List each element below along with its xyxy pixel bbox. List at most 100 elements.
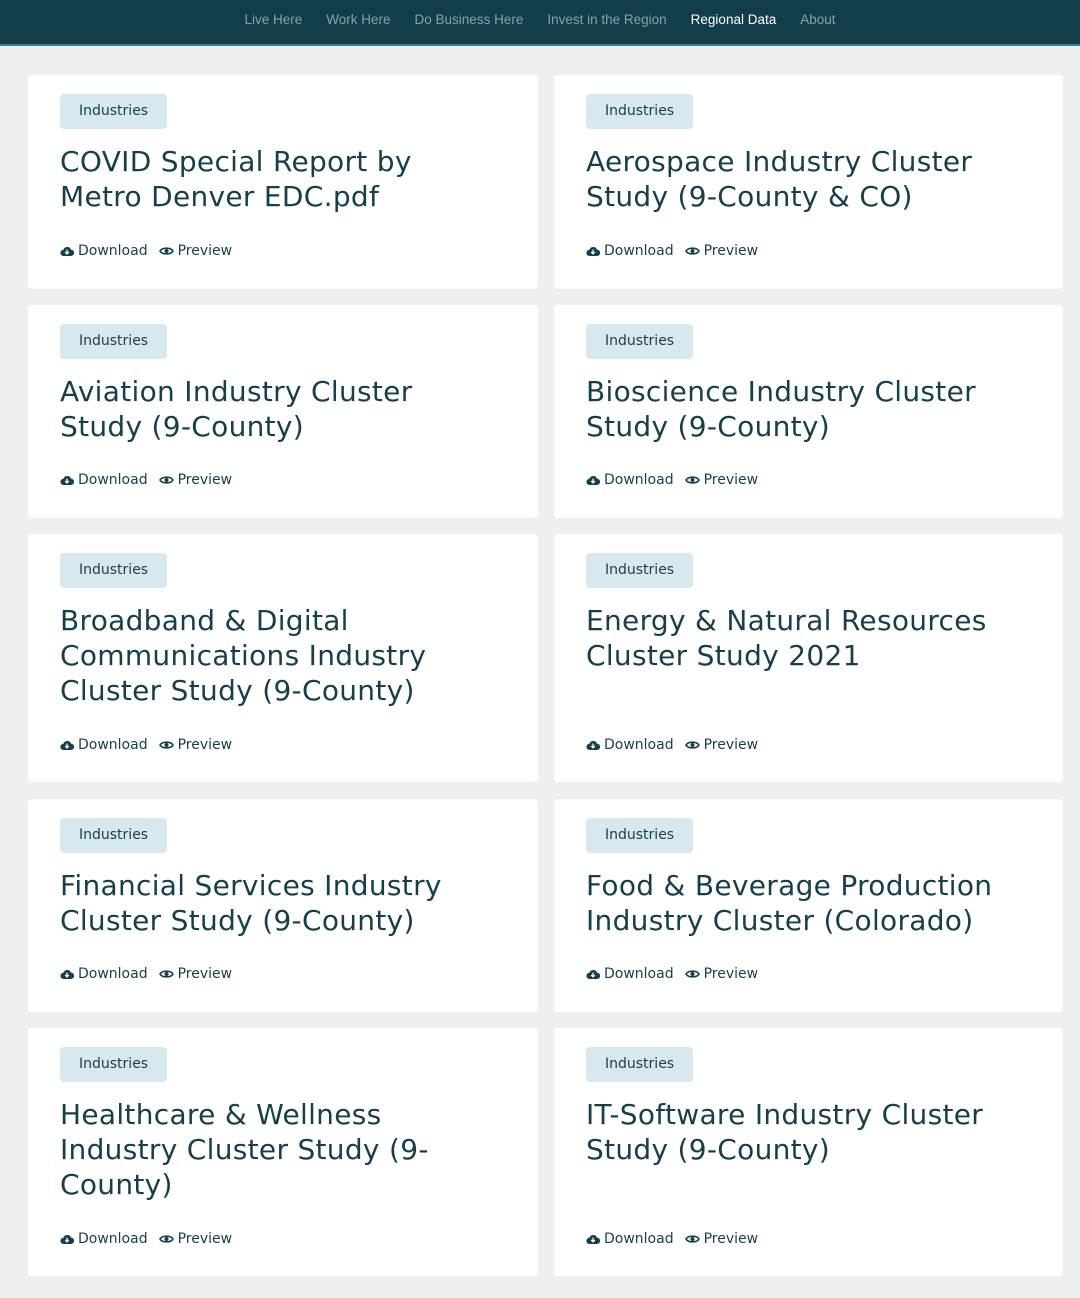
cloud-download-icon [60,740,74,751]
nav-regional-data[interactable]: Regional Data [691,12,777,27]
document-card: Industries IT-Software Industry Cluster … [554,1028,1063,1276]
document-actions: Download Preview [60,1230,232,1248]
document-actions: Download Preview [586,736,758,754]
document-actions: Download Preview [60,736,232,754]
download-link[interactable]: Download [60,472,148,488]
download-link[interactable]: Download [586,966,674,982]
download-link[interactable]: Download [586,472,674,488]
cloud-download-icon [60,969,74,980]
category-badge[interactable]: Industries [60,553,168,588]
nav-invest-in-the-region[interactable]: Invest in the Region [547,12,666,27]
document-card: Industries Food & Beverage Production In… [554,799,1063,1012]
document-actions: Download Preview [60,471,232,489]
eye-icon [158,476,174,484]
document-actions: Download Preview [586,242,758,260]
cloud-download-icon [60,1234,74,1245]
download-label: Download [604,1231,674,1247]
eye-icon [684,1235,700,1243]
category-badge[interactable]: Industries [586,94,694,129]
download-link[interactable]: Download [60,966,148,982]
eye-icon [684,970,700,978]
preview-link[interactable]: Preview [158,472,233,488]
document-card: Industries Healthcare & Wellness Industr… [28,1028,538,1276]
category-badge[interactable]: Industries [586,553,694,588]
document-actions: Download Preview [60,242,232,260]
category-badge[interactable]: Industries [60,94,168,129]
document-actions: Download Preview [586,965,758,983]
document-card: Industries Aviation Industry Cluster Stu… [28,305,538,518]
category-badge[interactable]: Industries [60,818,168,853]
document-title[interactable]: Bioscience Industry Cluster Study (9-Cou… [586,374,1026,444]
cloud-download-icon [586,740,600,751]
eye-icon [684,476,700,484]
download-link[interactable]: Download [586,1231,674,1247]
preview-link[interactable]: Preview [158,737,233,753]
cloud-download-icon [586,1234,600,1245]
download-label: Download [78,737,148,753]
document-card: Industries Broadband & Digital Communica… [28,534,538,782]
cloud-download-icon [60,246,74,257]
preview-link[interactable]: Preview [684,1231,759,1247]
preview-label: Preview [177,737,233,753]
document-title[interactable]: Aviation Industry Cluster Study (9-Count… [60,374,460,444]
download-label: Download [78,243,148,259]
nav-live-here[interactable]: Live Here [244,12,302,27]
document-title[interactable]: IT-Software Industry Cluster Study (9-Co… [586,1097,1026,1167]
download-link[interactable]: Download [60,1231,148,1247]
category-badge[interactable]: Industries [60,324,168,359]
download-label: Download [604,243,674,259]
document-card: Industries Financial Services Industry C… [28,799,538,1012]
eye-icon [684,247,700,255]
category-badge[interactable]: Industries [586,1047,694,1082]
nav-work-here[interactable]: Work Here [326,12,390,27]
document-card: Industries Bioscience Industry Cluster S… [554,305,1063,518]
download-link[interactable]: Download [60,737,148,753]
eye-icon [158,741,174,749]
eye-icon [684,741,700,749]
document-title[interactable]: Financial Services Industry Cluster Stud… [60,868,480,938]
category-badge[interactable]: Industries [586,818,694,853]
eye-icon [158,1235,174,1243]
preview-label: Preview [703,966,759,982]
preview-label: Preview [177,243,233,259]
download-label: Download [604,737,674,753]
category-badge[interactable]: Industries [586,324,694,359]
preview-label: Preview [703,243,759,259]
preview-link[interactable]: Preview [684,243,759,259]
download-link[interactable]: Download [60,243,148,259]
top-navigation-bar: Live Here Work Here Do Business Here Inv… [0,0,1080,46]
document-title[interactable]: Healthcare & Wellness Industry Cluster S… [60,1097,460,1202]
document-title[interactable]: Broadband & Digital Communications Indus… [60,603,470,708]
category-badge[interactable]: Industries [60,1047,168,1082]
preview-label: Preview [177,472,233,488]
cloud-download-icon [60,475,74,486]
download-link[interactable]: Download [586,243,674,259]
download-label: Download [78,966,148,982]
document-card: Industries Energy & Natural Resources Cl… [554,534,1063,782]
download-link[interactable]: Download [586,737,674,753]
document-title[interactable]: Energy & Natural Resources Cluster Study… [586,603,1026,673]
preview-link[interactable]: Preview [684,737,759,753]
document-title[interactable]: COVID Special Report by Metro Denver EDC… [60,144,460,214]
cloud-download-icon [586,969,600,980]
download-label: Download [604,472,674,488]
preview-label: Preview [703,472,759,488]
preview-label: Preview [703,737,759,753]
document-actions: Download Preview [586,471,758,489]
preview-link[interactable]: Preview [158,966,232,982]
nav-about[interactable]: About [800,12,835,27]
cloud-download-icon [586,246,600,257]
preview-link[interactable]: Preview [684,966,759,982]
download-label: Download [78,472,148,488]
preview-link[interactable]: Preview [158,1231,232,1247]
nav-do-business-here[interactable]: Do Business Here [415,12,524,27]
document-actions: Download Preview [586,1230,758,1248]
document-title[interactable]: Food & Beverage Production Industry Clus… [586,868,1026,938]
document-actions: Download Preview [60,965,232,983]
document-card: Industries COVID Special Report by Metro… [28,75,538,289]
document-title[interactable]: Aerospace Industry Cluster Study (9-Coun… [586,144,1026,214]
preview-label: Preview [703,1231,759,1247]
preview-link[interactable]: Preview [684,472,759,488]
download-label: Download [78,1231,148,1247]
preview-link[interactable]: Preview [158,243,233,259]
